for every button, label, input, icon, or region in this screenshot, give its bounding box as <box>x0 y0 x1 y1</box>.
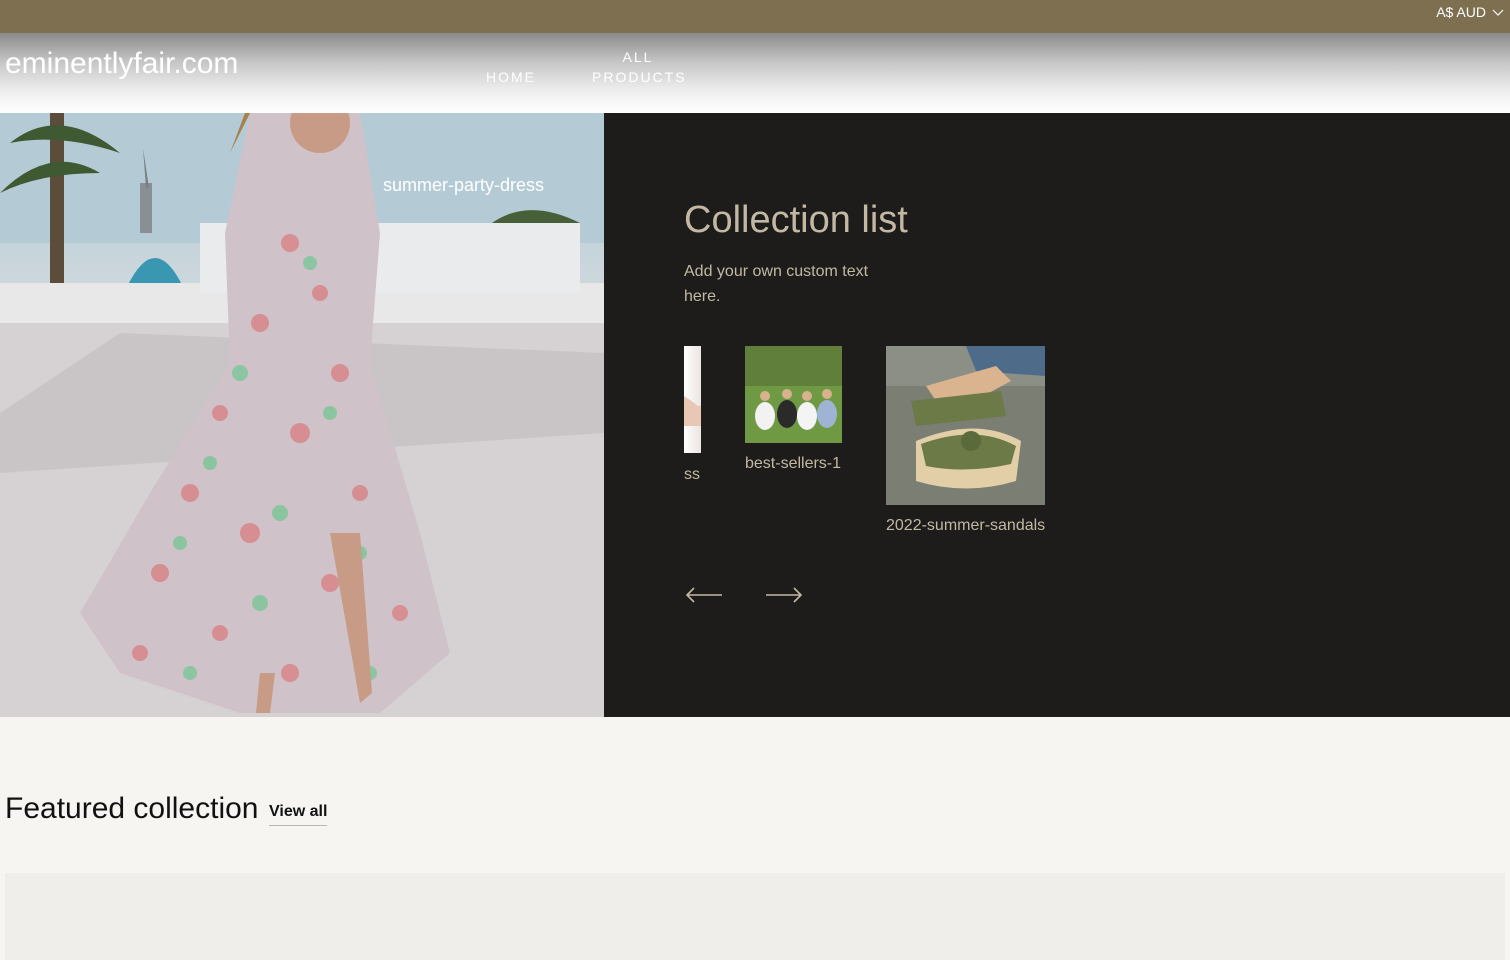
slider-next-button[interactable] <box>764 583 804 607</box>
collection-thumbnail <box>745 346 842 443</box>
collection-list-panel: Collection list Add your own custom text… <box>604 113 1510 717</box>
hero-image[interactable]: summer-party-dress <box>0 113 604 717</box>
chevron-down-icon <box>1492 9 1504 16</box>
collection-thumbnail <box>684 346 701 453</box>
arrow-left-icon <box>685 587 722 603</box>
collection-label: ss <box>684 466 700 483</box>
featured-collection-title: Featured collection <box>5 792 259 825</box>
collection-card[interactable]: ss <box>684 346 701 496</box>
arrow-right-icon <box>766 587 803 603</box>
collection-label: 2022-summer-sandals <box>886 517 1046 534</box>
collection-label: best-sellers-1 <box>745 455 842 472</box>
currency-label: A$ AUD <box>1436 4 1486 20</box>
hero-photo <box>0 113 604 717</box>
collection-card[interactable]: best-sellers-1 <box>745 346 843 486</box>
nav-link-all-products[interactable]: ALL PRODUCTS <box>592 47 685 87</box>
view-all-link[interactable]: View all <box>269 803 328 826</box>
announcement-bar: A$ AUD <box>0 0 1510 33</box>
slider-prev-button[interactable] <box>684 583 724 607</box>
hero-caption: summer-party-dress <box>383 175 545 195</box>
collection-list-text: Add your own custom text here. <box>684 263 869 305</box>
collection-thumbnail <box>886 346 1045 505</box>
collection-list-title: Collection list <box>684 199 908 241</box>
featured-product-grid <box>5 873 1505 960</box>
site-header: eminentlyfair.com HOME ALL PRODUCTS <box>0 33 1510 113</box>
nav-link-home[interactable]: HOME <box>486 67 536 87</box>
currency-selector[interactable]: A$ AUD <box>1436 4 1504 20</box>
collection-card[interactable]: 2022-summer-sandals <box>886 346 1056 546</box>
site-logo[interactable]: eminentlyfair.com <box>5 47 238 81</box>
